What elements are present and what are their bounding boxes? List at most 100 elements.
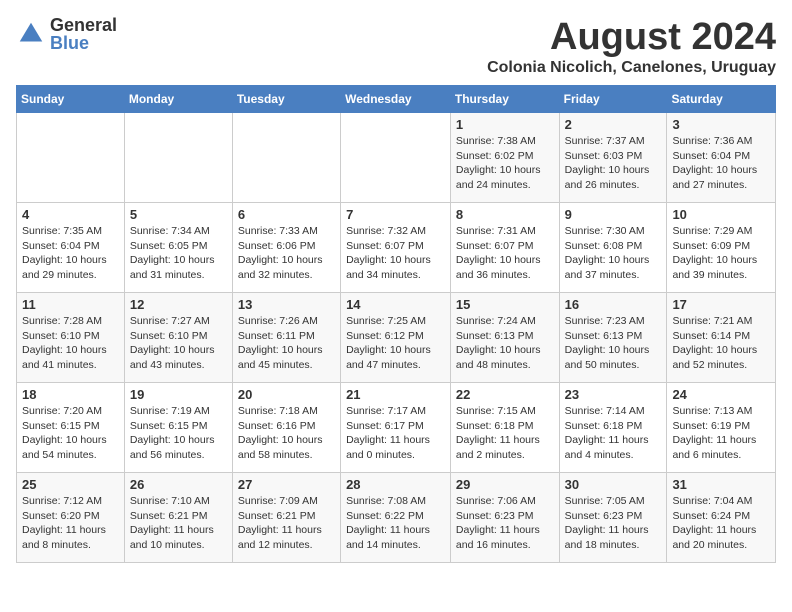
day-info: Sunrise: 7:36 AM Sunset: 6:04 PM Dayligh… [672,134,770,193]
weekday-header-monday: Monday [124,86,232,113]
day-number: 31 [672,477,770,492]
day-number: 17 [672,297,770,312]
day-info: Sunrise: 7:20 AM Sunset: 6:15 PM Dayligh… [22,404,119,463]
calendar-cell: 11Sunrise: 7:28 AM Sunset: 6:10 PM Dayli… [17,293,125,383]
day-number: 9 [565,207,662,222]
day-number: 15 [456,297,554,312]
day-info: Sunrise: 7:23 AM Sunset: 6:13 PM Dayligh… [565,314,662,373]
day-number: 8 [456,207,554,222]
day-info: Sunrise: 7:24 AM Sunset: 6:13 PM Dayligh… [456,314,554,373]
day-number: 7 [346,207,445,222]
calendar-cell [17,113,125,203]
day-info: Sunrise: 7:29 AM Sunset: 6:09 PM Dayligh… [672,224,770,283]
day-info: Sunrise: 7:15 AM Sunset: 6:18 PM Dayligh… [456,404,554,463]
day-info: Sunrise: 7:08 AM Sunset: 6:22 PM Dayligh… [346,494,445,553]
logo-text: General Blue [50,16,117,52]
day-info: Sunrise: 7:18 AM Sunset: 6:16 PM Dayligh… [238,404,335,463]
day-info: Sunrise: 7:30 AM Sunset: 6:08 PM Dayligh… [565,224,662,283]
calendar-cell: 2 Sunrise: 7:37 AM Sunset: 6:03 PM Daylig… [559,113,667,203]
calendar-cell: 14 Sunrise: 7:25 AM Sunset: 6:12 PM Dayli… [341,293,451,383]
day-info: Sunrise: 7:21 AM Sunset: 6:14 PM Dayligh… [672,314,770,373]
day-number: 21 [346,387,445,402]
day-info: Sunrise: 7:33 AM Sunset: 6:06 PM Dayligh… [238,224,335,283]
day-number: 25 [22,477,119,492]
calendar-cell: 3 Sunrise: 7:36 AM Sunset: 6:04 PM Daylig… [667,113,776,203]
day-number: 5 [130,207,227,222]
month-year: August 2024 [487,16,776,59]
day-number: 28 [346,477,445,492]
day-number: 19 [130,387,227,402]
calendar-cell: 27Sunrise: 7:09 AM Sunset: 6:21 PM Dayli… [232,473,340,563]
day-info: Sunrise: 7:31 AM Sunset: 6:07 PM Dayligh… [456,224,554,283]
calendar-cell: 4 Sunrise: 7:35 AM Sunset: 6:04 PM Daylig… [17,203,125,293]
day-info: Sunrise: 7:04 AM Sunset: 6:24 PM Dayligh… [672,494,770,553]
calendar-cell [341,113,451,203]
calendar-cell: 20 Sunrise: 7:18 AM Sunset: 6:16 PM Dayli… [232,383,340,473]
day-number: 18 [22,387,119,402]
day-info: Sunrise: 7:10 AM Sunset: 6:21 PM Dayligh… [130,494,227,553]
weekday-header-wednesday: Wednesday [341,86,451,113]
day-info: Sunrise: 7:05 AM Sunset: 6:23 PM Dayligh… [565,494,662,553]
day-number: 23 [565,387,662,402]
day-number: 22 [456,387,554,402]
calendar-cell: 5 Sunrise: 7:34 AM Sunset: 6:05 PM Daylig… [124,203,232,293]
calendar-cell: 8 Sunrise: 7:31 AM Sunset: 6:07 PM Daylig… [450,203,559,293]
calendar-week-row: 11Sunrise: 7:28 AM Sunset: 6:10 PM Dayli… [17,293,776,383]
calendar-cell: 22 Sunrise: 7:15 AM Sunset: 6:18 PM Dayli… [450,383,559,473]
day-number: 2 [565,117,662,132]
day-info: Sunrise: 7:37 AM Sunset: 6:03 PM Dayligh… [565,134,662,193]
calendar-cell: 26 Sunrise: 7:10 AM Sunset: 6:21 PM Dayli… [124,473,232,563]
day-number: 24 [672,387,770,402]
calendar-cell [124,113,232,203]
calendar-week-row: 1Sunrise: 7:38 AM Sunset: 6:02 PM Daylig… [17,113,776,203]
day-info: Sunrise: 7:35 AM Sunset: 6:04 PM Dayligh… [22,224,119,283]
day-info: Sunrise: 7:32 AM Sunset: 6:07 PM Dayligh… [346,224,445,283]
calendar-cell: 19 Sunrise: 7:19 AM Sunset: 6:15 PM Dayli… [124,383,232,473]
calendar-cell: 13 Sunrise: 7:26 AM Sunset: 6:11 PM Dayli… [232,293,340,383]
calendar-cell: 6 Sunrise: 7:33 AM Sunset: 6:06 PM Daylig… [232,203,340,293]
day-number: 14 [346,297,445,312]
day-info: Sunrise: 7:25 AM Sunset: 6:12 PM Dayligh… [346,314,445,373]
calendar-cell: 25 Sunrise: 7:12 AM Sunset: 6:20 PM Dayli… [17,473,125,563]
weekday-header-friday: Friday [559,86,667,113]
calendar-cell [232,113,340,203]
day-number: 27 [238,477,335,492]
day-info: Sunrise: 7:34 AM Sunset: 6:05 PM Dayligh… [130,224,227,283]
calendar-week-row: 25 Sunrise: 7:12 AM Sunset: 6:20 PM Dayli… [17,473,776,563]
calendar-cell: 10 Sunrise: 7:29 AM Sunset: 6:09 PM Dayli… [667,203,776,293]
day-info: Sunrise: 7:19 AM Sunset: 6:15 PM Dayligh… [130,404,227,463]
day-number: 20 [238,387,335,402]
day-number: 3 [672,117,770,132]
day-info: Sunrise: 7:12 AM Sunset: 6:20 PM Dayligh… [22,494,119,553]
day-number: 10 [672,207,770,222]
calendar-cell: 16Sunrise: 7:23 AM Sunset: 6:13 PM Dayli… [559,293,667,383]
calendar-cell: 17 Sunrise: 7:21 AM Sunset: 6:14 PM Dayli… [667,293,776,383]
day-number: 11 [22,297,119,312]
logo: General Blue [16,16,117,52]
calendar-cell: 29Sunrise: 7:06 AM Sunset: 6:23 PM Dayli… [450,473,559,563]
calendar-cell: 31 Sunrise: 7:04 AM Sunset: 6:24 PM Dayli… [667,473,776,563]
day-number: 6 [238,207,335,222]
day-info: Sunrise: 7:27 AM Sunset: 6:10 PM Dayligh… [130,314,227,373]
location-subtitle: Colonia Nicolich, Canelones, Uruguay [487,59,776,77]
day-info: Sunrise: 7:06 AM Sunset: 6:23 PM Dayligh… [456,494,554,553]
weekday-header-saturday: Saturday [667,86,776,113]
calendar-cell: 7 Sunrise: 7:32 AM Sunset: 6:07 PM Daylig… [341,203,451,293]
weekday-header-tuesday: Tuesday [232,86,340,113]
weekday-header-row: SundayMondayTuesdayWednesdayThursdayFrid… [17,86,776,113]
page-header: General Blue August 2024 Colonia Nicolic… [16,16,776,77]
calendar-cell: 30Sunrise: 7:05 AM Sunset: 6:23 PM Dayli… [559,473,667,563]
day-info: Sunrise: 7:26 AM Sunset: 6:11 PM Dayligh… [238,314,335,373]
day-number: 26 [130,477,227,492]
day-info: Sunrise: 7:17 AM Sunset: 6:17 PM Dayligh… [346,404,445,463]
day-number: 4 [22,207,119,222]
day-info: Sunrise: 7:14 AM Sunset: 6:18 PM Dayligh… [565,404,662,463]
calendar-cell: 24Sunrise: 7:13 AM Sunset: 6:19 PM Dayli… [667,383,776,473]
calendar-week-row: 18 Sunrise: 7:20 AM Sunset: 6:15 PM Dayli… [17,383,776,473]
calendar-cell: 21 Sunrise: 7:17 AM Sunset: 6:17 PM Dayli… [341,383,451,473]
calendar-header: SundayMondayTuesdayWednesdayThursdayFrid… [17,86,776,113]
day-number: 13 [238,297,335,312]
title-area: August 2024 Colonia Nicolich, Canelones,… [487,16,776,77]
calendar-cell: 12Sunrise: 7:27 AM Sunset: 6:10 PM Dayli… [124,293,232,383]
logo-icon [16,19,46,49]
